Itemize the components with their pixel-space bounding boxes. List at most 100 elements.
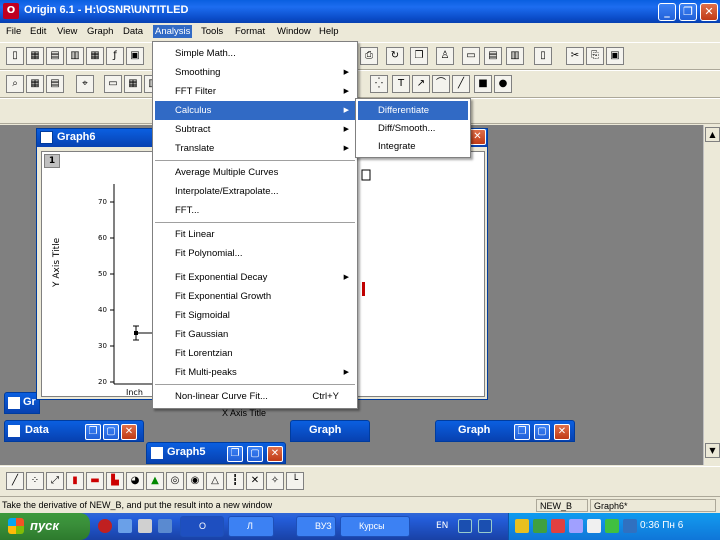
line-tool-icon[interactable]: ╱ <box>452 75 470 93</box>
menu-nonlinear-fit[interactable]: Non-linear Curve Fit... Ctrl+Y <box>155 387 355 406</box>
data-reader-icon[interactable]: ⁛ <box>370 75 388 93</box>
rescale-icon[interactable]: ⌖ <box>76 75 94 93</box>
x-axis-title[interactable]: X Axis Title <box>222 408 266 418</box>
script-window-icon[interactable]: ▥ <box>506 47 524 65</box>
menu-interpolate[interactable]: Interpolate/Extrapolate... <box>155 182 355 201</box>
code-builder-icon[interactable]: ▤ <box>484 47 502 65</box>
graph5-window-bar[interactable]: Graph5 ❐ ▢ ✕ <box>146 442 286 464</box>
data-minimize-button[interactable]: ❐ <box>85 424 101 440</box>
other-maximize-button[interactable]: ▢ <box>534 424 550 440</box>
grid-icon[interactable]: ▦ <box>124 75 142 93</box>
origin-app-icon[interactable]: O <box>3 3 19 19</box>
menu-view[interactable]: View <box>55 25 79 38</box>
start-button[interactable]: пуск <box>0 513 90 540</box>
vertical-scrollbar[interactable]: ▲ ▼ <box>703 125 720 465</box>
menu-format[interactable]: Format <box>233 25 267 38</box>
antivirus-icon[interactable] <box>551 519 565 533</box>
graph5-close-button[interactable]: ✕ <box>267 446 283 462</box>
add-column-icon[interactable]: ▯ <box>534 47 552 65</box>
other-restore-button[interactable]: ❐ <box>514 424 530 440</box>
menu-fit-polynomial[interactable]: Fit Polynomial... <box>155 244 355 263</box>
menu-simple-math[interactable]: Simple Math... <box>155 44 355 63</box>
menu-fit-linear[interactable]: Fit Linear <box>155 225 355 244</box>
shield-icon[interactable] <box>515 519 529 533</box>
menu-data[interactable]: Data <box>121 25 145 38</box>
scroll-up-icon[interactable]: ▲ <box>705 127 720 142</box>
graph5-maximize-button[interactable]: ▢ <box>247 446 263 462</box>
menu-help[interactable]: Help <box>317 25 341 38</box>
data-window-bar[interactable]: Data ❐ ▢ ✕ <box>4 420 144 442</box>
task-kursy[interactable]: Курсы <box>340 516 410 537</box>
menu-tools[interactable]: Tools <box>199 25 225 38</box>
refresh-icon[interactable]: ↻ <box>386 47 404 65</box>
line-symbol-icon[interactable]: ⤢ <box>46 472 64 490</box>
menu-fit-exp-growth[interactable]: Fit Exponential Growth <box>155 287 355 306</box>
high-low-icon[interactable]: ┇ <box>226 472 244 490</box>
data-maximize-button[interactable]: ▢ <box>103 424 119 440</box>
menu-differentiate[interactable]: Differentiate <box>358 101 468 120</box>
arrow-tool-icon[interactable]: ↗ <box>412 75 430 93</box>
list-icon[interactable]: ▤ <box>46 75 64 93</box>
graph5-restore-button[interactable]: ❐ <box>227 446 243 462</box>
duplicate-icon[interactable]: ❐ <box>410 47 428 65</box>
menu-file[interactable]: File <box>4 25 23 38</box>
scatter-plot-icon[interactable]: ⁘ <box>26 472 44 490</box>
menu-fit-gaussian[interactable]: Fit Gaussian <box>155 325 355 344</box>
ternary-icon[interactable]: △ <box>206 472 224 490</box>
vector-icon[interactable]: ✕ <box>246 472 264 490</box>
results-log-icon[interactable]: ▭ <box>462 47 480 65</box>
restore-button[interactable]: ❐ <box>679 3 697 21</box>
menu-fit-lorentzian[interactable]: Fit Lorentzian <box>155 344 355 363</box>
menu-calculus[interactable]: Calculus ▶ <box>155 101 355 120</box>
menu-window[interactable]: Window <box>275 25 313 38</box>
task-origin[interactable]: О <box>180 516 224 537</box>
volume-icon[interactable] <box>587 519 601 533</box>
paste-icon[interactable]: ▣ <box>606 47 624 65</box>
menu-fit-exp-decay[interactable]: Fit Exponential Decay ▶ <box>155 268 355 287</box>
menu-subtract[interactable]: Subtract ▶ <box>155 120 355 139</box>
new-layout-icon[interactable]: ▣ <box>126 47 144 65</box>
menu-average-curves[interactable]: Average Multiple Curves <box>155 163 355 182</box>
menu-fft-filter[interactable]: FFT Filter ▶ <box>155 82 355 101</box>
tray-app-icon[interactable] <box>623 519 637 533</box>
cut-icon[interactable]: ✂ <box>566 47 584 65</box>
curve-tool-icon[interactable]: ⌒ <box>432 75 450 93</box>
task-vuz[interactable]: ВУЗ <box>296 516 336 537</box>
rectangle-tool-icon[interactable]: ■ <box>474 75 492 93</box>
area-plot-icon[interactable]: ▲ <box>146 472 164 490</box>
y-axis-title[interactable]: Y Axis Title <box>52 238 62 287</box>
new-worksheet-icon[interactable]: ▦ <box>26 47 44 65</box>
new-function-icon[interactable]: ƒ <box>106 47 124 65</box>
language-indicator[interactable]: EN <box>436 521 448 531</box>
keyboard-icon[interactable] <box>569 519 583 533</box>
menu-fit-sigmoidal[interactable]: Fit Sigmoidal <box>155 306 355 325</box>
copy-icon[interactable]: ⎘ <box>586 47 604 65</box>
help-icon[interactable] <box>458 519 472 533</box>
menu-edit[interactable]: Edit <box>28 25 48 38</box>
box-chart-icon[interactable]: └ <box>286 472 304 490</box>
ellipse-tool-icon[interactable]: ● <box>494 75 512 93</box>
column-plot-icon[interactable]: ▮ <box>66 472 84 490</box>
graph6-close-button[interactable]: ✕ <box>469 129 486 145</box>
contour-icon[interactable]: ◎ <box>166 472 184 490</box>
menu-fit-multi-peaks[interactable]: Fit Multi-peaks ▶ <box>155 363 355 382</box>
graph-window-bar[interactable]: Graph <box>290 420 370 442</box>
data-close-button[interactable]: ✕ <box>121 424 137 440</box>
scroll-down-icon[interactable]: ▼ <box>705 443 720 458</box>
legend-icon[interactable]: ▭ <box>104 75 122 93</box>
task-l[interactable]: Л <box>228 516 274 537</box>
project-explorer-icon[interactable]: ♙ <box>436 47 454 65</box>
quicklaunch-icon[interactable] <box>118 519 132 533</box>
minimize-button[interactable]: _ <box>658 3 676 21</box>
new-matrix-icon[interactable]: ▦ <box>86 47 104 65</box>
line-plot-icon[interactable]: ╱ <box>6 472 24 490</box>
menu-integrate[interactable]: Integrate <box>358 137 468 156</box>
opera-icon[interactable] <box>98 519 112 533</box>
zoom-icon[interactable]: ⌕ <box>6 75 24 93</box>
restore-icon[interactable] <box>478 519 492 533</box>
quicklaunch-icon[interactable] <box>158 519 172 533</box>
clock[interactable]: 0:36 Пн 6 <box>640 520 683 531</box>
new-project-icon[interactable]: ▯ <box>6 47 24 65</box>
other-graph-window-bar[interactable]: Graph ❐ ▢ ✕ <box>435 420 575 442</box>
menu-smoothing[interactable]: Smoothing ▶ <box>155 63 355 82</box>
